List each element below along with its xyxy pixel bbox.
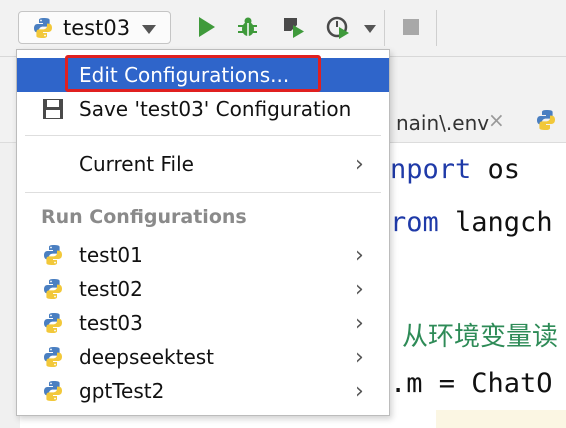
python-icon [44, 245, 62, 265]
chevron-down-icon[interactable] [364, 25, 376, 33]
chevron-right-icon: › [355, 378, 364, 404]
chevron-right-icon: › [355, 310, 364, 336]
debug-icon[interactable] [235, 14, 261, 40]
run-configuration-item[interactable]: test02 › [17, 272, 389, 306]
run-configurations-header: Run Configurations [41, 206, 247, 228]
profile-icon[interactable] [325, 14, 351, 40]
chevron-right-icon: › [355, 242, 364, 268]
python-icon [34, 17, 52, 38]
code-line-comment: 从环境变量读 [402, 322, 559, 352]
run-configuration-item[interactable]: test03 › [17, 306, 389, 340]
python-icon [44, 381, 62, 401]
run-configuration-item[interactable]: gptTest2 › [17, 374, 389, 408]
toolbar-divider [436, 10, 437, 46]
python-icon[interactable] [534, 108, 558, 132]
menu-item-label: Save 'test03' Configuration [79, 97, 352, 121]
menu-item-save-configuration[interactable]: Save 'test03' Configuration [17, 92, 389, 126]
python-icon [44, 279, 62, 299]
menu-divider [25, 135, 381, 136]
run-configuration-label: deepseektest [79, 345, 215, 369]
chevron-down-icon [142, 25, 156, 34]
chevron-right-icon: › [355, 151, 364, 177]
run-icon[interactable] [193, 14, 219, 40]
menu-item-label: Current File [79, 152, 194, 176]
python-icon [44, 347, 62, 367]
code-line-4: .m = ChatO [390, 368, 553, 399]
run-configuration-label: test01 [79, 243, 143, 267]
python-icon [44, 313, 62, 333]
menu-item-current-file[interactable]: Current File › [17, 147, 389, 181]
chevron-right-icon: › [355, 344, 364, 370]
run-configuration-item[interactable]: test01 › [17, 238, 389, 272]
annotation-highlight-box [65, 55, 321, 92]
save-icon [43, 99, 63, 119]
coverage-icon[interactable] [280, 14, 306, 40]
menu-divider [25, 192, 381, 193]
run-configuration-label: gptTest2 [79, 379, 165, 403]
run-configuration-label: test03 [79, 311, 143, 335]
close-icon[interactable]: × [488, 108, 505, 132]
run-configuration-label: test02 [79, 277, 143, 301]
code-line-2: rom langch [390, 207, 553, 238]
toolbar-divider [384, 10, 385, 46]
run-configuration-label: test03 [63, 15, 131, 40]
run-configurations-menu: Edit Configurations... Save 'test03' Con… [16, 49, 390, 416]
current-line-highlight [436, 410, 566, 428]
run-configuration-dropdown[interactable]: test03 [18, 11, 171, 44]
run-configuration-item[interactable]: deepseektest › [17, 340, 389, 374]
stop-icon[interactable] [398, 14, 424, 40]
code-line-1: nport os [390, 154, 521, 185]
chevron-right-icon: › [355, 276, 364, 302]
tab-env-file[interactable]: nain\.env [396, 111, 489, 135]
